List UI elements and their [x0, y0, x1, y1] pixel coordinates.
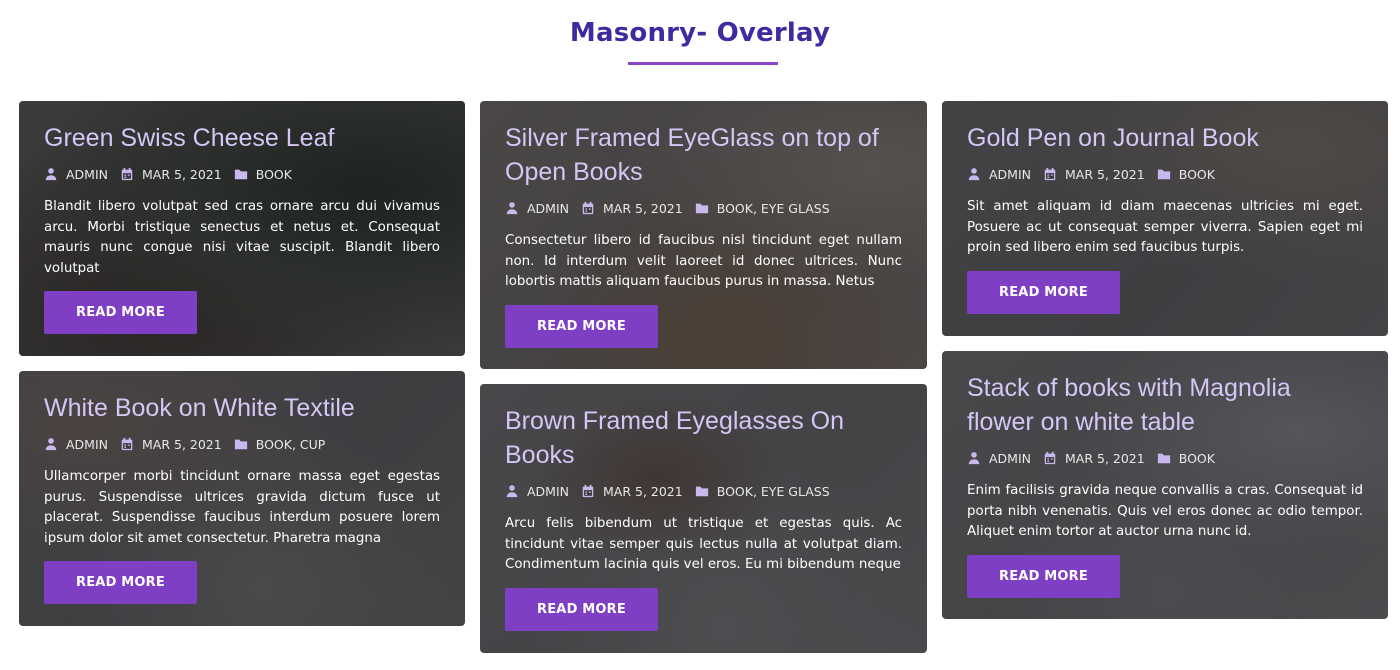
read-more-button[interactable]: READ MORE: [44, 561, 197, 604]
post-card-silver-framed-eyeglass[interactable]: Silver Framed EyeGlass on top of Open Bo…: [480, 101, 927, 369]
user-icon: [967, 167, 981, 181]
post-categories: BOOK: [234, 167, 292, 182]
user-icon: [44, 167, 58, 181]
user-icon: [44, 437, 58, 451]
post-category-link[interactable]: EYE GLASS: [761, 201, 830, 216]
post-excerpt: Ullamcorper morbi tincidunt ornare massa…: [44, 469, 440, 546]
calendar-icon: [120, 167, 134, 181]
post-categories: BOOK, CUP: [234, 437, 325, 452]
post-title[interactable]: Gold Pen on Journal Book: [967, 121, 1363, 155]
calendar-icon: [1043, 167, 1057, 181]
post-category-link[interactable]: BOOK: [717, 484, 753, 499]
post-title[interactable]: Stack of books with Magnolia flower on w…: [967, 371, 1363, 439]
post-meta: ADMIN MAR 5, 2021 BOOK, EYE GLASS: [505, 199, 902, 217]
post-excerpt: Blandit libero volutpat sed cras ornare …: [44, 199, 440, 276]
post-meta: ADMIN MAR 5, 2021 BOOK: [967, 165, 1363, 183]
post-meta: ADMIN MAR 5, 2021 BOOK: [44, 165, 440, 183]
post-date-text: MAR 5, 2021: [1065, 450, 1145, 466]
post-date: MAR 5, 2021: [1043, 167, 1145, 182]
folder-icon: [1157, 451, 1171, 465]
read-more-button[interactable]: READ MORE: [44, 291, 197, 334]
post-excerpt: Enim facilisis gravida neque convallis a…: [967, 483, 1363, 539]
post-category-link[interactable]: BOOK: [1179, 451, 1215, 466]
read-more-button[interactable]: READ MORE: [505, 587, 658, 631]
post-category-link[interactable]: BOOK: [256, 437, 292, 452]
post-card-gold-pen-journal[interactable]: Gold Pen on Journal Book ADMIN MAR 5, 20…: [942, 101, 1388, 336]
post-categories: BOOK, EYE GLASS: [695, 484, 830, 499]
user-icon: [967, 451, 981, 465]
post-author-name[interactable]: ADMIN: [989, 167, 1031, 182]
calendar-icon: [120, 437, 134, 451]
post-date: MAR 5, 2021: [581, 201, 683, 216]
post-author-name[interactable]: ADMIN: [66, 167, 108, 182]
post-author-name[interactable]: ADMIN: [66, 437, 108, 452]
post-card-stack-of-books-magnolia[interactable]: Stack of books with Magnolia flower on w…: [942, 351, 1388, 619]
title-underline: [628, 62, 778, 65]
read-more-button[interactable]: READ MORE: [967, 270, 1120, 314]
post-category-link[interactable]: BOOK: [1179, 167, 1215, 182]
post-author[interactable]: ADMIN: [44, 437, 108, 452]
post-card-brown-framed-eyeglasses[interactable]: Brown Framed Eyeglasses On Books ADMIN M…: [480, 384, 927, 653]
post-author-name[interactable]: ADMIN: [527, 201, 569, 216]
read-more-button[interactable]: READ MORE: [967, 554, 1120, 598]
post-author[interactable]: ADMIN: [505, 201, 569, 216]
post-date-text: MAR 5, 2021: [142, 166, 222, 182]
post-card-green-swiss-cheese-leaf[interactable]: Green Swiss Cheese Leaf ADMIN MAR 5, 202…: [19, 101, 465, 356]
calendar-icon: [1043, 451, 1057, 465]
post-categories: BOOK: [1157, 167, 1215, 182]
post-author[interactable]: ADMIN: [505, 484, 569, 499]
post-author[interactable]: ADMIN: [967, 451, 1031, 466]
post-date-text: MAR 5, 2021: [603, 200, 683, 216]
folder-icon: [234, 437, 248, 451]
folder-icon: [1157, 167, 1171, 181]
post-date: MAR 5, 2021: [1043, 451, 1145, 466]
post-meta: ADMIN MAR 5, 2021 BOOK, EYE GLASS: [505, 482, 902, 500]
post-title[interactable]: Brown Framed Eyeglasses On Books: [505, 404, 902, 472]
folder-icon: [695, 201, 709, 215]
post-excerpt: Consectetur libero id faucibus nisl tinc…: [505, 233, 902, 289]
post-date-text: MAR 5, 2021: [1065, 166, 1145, 182]
post-author-name[interactable]: ADMIN: [527, 484, 569, 499]
calendar-icon: [581, 201, 595, 215]
post-date: MAR 5, 2021: [120, 167, 222, 182]
post-date-text: MAR 5, 2021: [603, 483, 683, 499]
post-date: MAR 5, 2021: [120, 437, 222, 452]
post-author[interactable]: ADMIN: [44, 167, 108, 182]
post-author[interactable]: ADMIN: [967, 167, 1031, 182]
post-category-link[interactable]: EYE GLASS: [761, 484, 830, 499]
post-category-link[interactable]: BOOK: [256, 167, 292, 182]
post-card-white-book-textile[interactable]: White Book on White Textile ADMIN MAR 5,…: [19, 371, 465, 626]
user-icon: [505, 201, 519, 215]
section-title: Masonry- Overlay: [569, 18, 831, 48]
post-category-link[interactable]: BOOK: [717, 201, 753, 216]
post-categories: BOOK: [1157, 451, 1215, 466]
post-date-text: MAR 5, 2021: [142, 436, 222, 452]
post-excerpt: Arcu felis bibendum ut tristique et eges…: [505, 516, 902, 572]
post-excerpt: Sit amet aliquam id diam maecenas ultric…: [967, 199, 1363, 255]
user-icon: [505, 484, 519, 498]
folder-icon: [234, 167, 248, 181]
folder-icon: [695, 484, 709, 498]
post-meta: ADMIN MAR 5, 2021 BOOK, CUP: [44, 435, 440, 453]
post-categories: BOOK, EYE GLASS: [695, 201, 830, 216]
post-category-link[interactable]: CUP: [300, 437, 325, 452]
post-meta: ADMIN MAR 5, 2021 BOOK: [967, 449, 1363, 467]
post-author-name[interactable]: ADMIN: [989, 451, 1031, 466]
post-title[interactable]: Silver Framed EyeGlass on top of Open Bo…: [505, 121, 902, 189]
post-title[interactable]: Green Swiss Cheese Leaf: [44, 121, 440, 155]
post-title[interactable]: White Book on White Textile: [44, 391, 440, 425]
read-more-button[interactable]: READ MORE: [505, 304, 658, 348]
calendar-icon: [581, 484, 595, 498]
post-date: MAR 5, 2021: [581, 484, 683, 499]
